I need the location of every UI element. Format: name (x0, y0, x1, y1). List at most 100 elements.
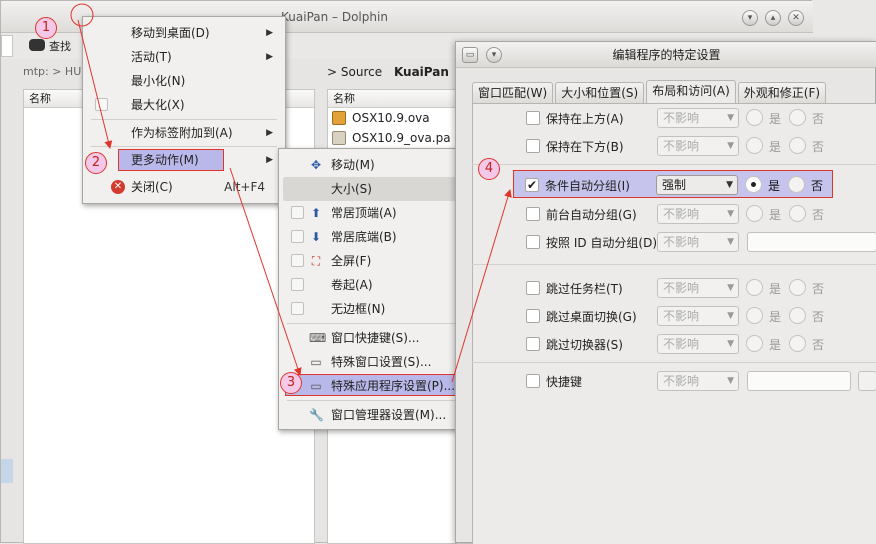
dropdown-value: 不影响 (663, 337, 700, 351)
radio-yes[interactable] (746, 307, 763, 324)
group-id-input[interactable] (747, 232, 876, 252)
submenu-item-fullscreen[interactable]: ⛶ 全屏(F) (283, 249, 465, 273)
radio-no[interactable] (789, 205, 806, 222)
submenu-arrow-icon: ▶ (266, 128, 273, 138)
submenu-item-no-border[interactable]: 无边框(N) (283, 297, 465, 321)
radio-no[interactable] (789, 109, 806, 126)
annotation-step-1: 1 (35, 17, 57, 39)
submenu-item-move[interactable]: ✥ 移动(M) (283, 153, 465, 177)
menu-item-maximize[interactable]: 最大化(X) (83, 94, 285, 116)
checkbox[interactable] (526, 281, 540, 295)
checkbox[interactable] (526, 235, 540, 249)
radio-yes[interactable] (746, 109, 763, 126)
radio-no-label: 否 (812, 282, 825, 296)
package-icon (332, 111, 346, 125)
radio-no[interactable] (789, 307, 806, 324)
dropdown-value: 不影响 (663, 139, 700, 153)
right-name-column-header[interactable]: 名称 (328, 90, 456, 108)
close-icon: ✕ (111, 180, 125, 194)
maximize-icon[interactable]: ▴ (765, 10, 781, 26)
submenu-arrow-icon: ▶ (266, 28, 273, 38)
policy-dropdown[interactable]: 不影响 ▼ (657, 204, 739, 224)
dropdown-value: 不影响 (663, 235, 700, 249)
setting-row-conditional-autogroup: ✔ 条件自动分组(I) 强制 ▼ 是 否 (513, 170, 833, 198)
dialog-minimize-icon[interactable]: ▾ (486, 47, 502, 63)
setting-label: 前台自动分组(G) (546, 208, 637, 222)
dialog-titlebar[interactable]: 编辑程序的特定设置 (456, 42, 876, 68)
minimize-icon[interactable]: ▾ (742, 10, 758, 26)
policy-dropdown[interactable]: 不影响 ▼ (657, 232, 739, 252)
checkbox[interactable] (526, 374, 540, 388)
tab-window-match[interactable]: 窗口匹配(W) (472, 82, 554, 104)
submenu-item-label: 无边框(N) (331, 302, 386, 316)
radio-no[interactable] (789, 137, 806, 154)
policy-dropdown[interactable]: 强制 ▼ (656, 175, 738, 195)
toolbar-edge-button[interactable] (1, 35, 13, 57)
wrench-icon: 🔧 (309, 408, 324, 422)
policy-dropdown[interactable]: 不影响 ▼ (657, 334, 739, 354)
submenu-item-label: 卷起(A) (331, 278, 373, 292)
menu-item-minimize[interactable]: 最小化(N) (83, 70, 285, 92)
radio-yes[interactable] (746, 205, 763, 222)
submenu-item-resize[interactable]: 大小(S) (283, 177, 465, 201)
chevron-down-icon: ▼ (727, 339, 734, 349)
submenu-item-keep-below[interactable]: ⬇ 常居底端(B) (283, 225, 465, 249)
submenu-item-keep-above[interactable]: ⬆ 常居顶端(A) (283, 201, 465, 225)
policy-dropdown[interactable]: 不影响 ▼ (657, 371, 739, 391)
chevron-down-icon: ▼ (727, 376, 734, 386)
radio-yes-selected[interactable] (745, 176, 762, 193)
submenu-item-window-settings[interactable]: ▭ 特殊窗口设置(S)... (283, 350, 465, 374)
checkbox[interactable] (526, 337, 540, 351)
chevron-down-icon: ▼ (727, 311, 734, 321)
checkbox-checked[interactable]: ✔ (525, 178, 539, 192)
dialog-tabbar: 窗口匹配(W) 大小和位置(S) 布局和访问(A) 外观和修正(F) (472, 80, 827, 104)
tab-size-position[interactable]: 大小和位置(S) (555, 82, 645, 104)
dialog-menu-icon[interactable]: ▭ (462, 47, 478, 63)
fullscreen-icon: ⛶ (311, 254, 321, 268)
setting-row-foreground-autogroup: 前台自动分组(G) 不影响 ▼ 是 否 (456, 200, 876, 228)
radio-yes-label: 是 (769, 310, 782, 324)
submenu-item-shade[interactable]: 卷起(A) (283, 273, 465, 297)
radio-yes[interactable] (746, 279, 763, 296)
checkbox-icon (291, 254, 304, 267)
radio-yes-label: 是 (769, 338, 782, 352)
submenu-item-label: 常居底端(B) (331, 230, 397, 244)
policy-dropdown[interactable]: 不影响 ▼ (657, 108, 739, 128)
policy-dropdown[interactable]: 不影响 ▼ (657, 136, 739, 156)
file-item[interactable]: OSX10.9.ova (328, 108, 456, 128)
menu-item-move-to-desktop[interactable]: 移动到桌面(D) ▶ (83, 22, 285, 44)
submenu-item-app-settings[interactable]: ▭ 特殊应用程序设置(P)... (283, 374, 465, 398)
radio-yes-label: 是 (769, 208, 782, 222)
left-location-bar[interactable]: mtp: > HU (23, 65, 81, 78)
menu-item-attach-as-tab[interactable]: 作为标签附加到(A) ▶ (83, 122, 285, 144)
radio-yes[interactable] (746, 137, 763, 154)
close-window-icon[interactable]: ✕ (788, 10, 804, 26)
shortcut-edit-button[interactable] (858, 371, 876, 391)
checkbox[interactable] (526, 111, 540, 125)
radio-no[interactable] (789, 335, 806, 352)
checkbox[interactable] (526, 139, 540, 153)
menu-item-more-actions[interactable]: 更多动作(M) ▶ (83, 149, 285, 171)
shortcut-input[interactable] (747, 371, 851, 391)
checkbox[interactable] (526, 207, 540, 221)
policy-dropdown[interactable]: 不影响 ▼ (657, 306, 739, 326)
breadcrumb-current[interactable]: KuaiPan (394, 65, 449, 79)
file-item[interactable]: OSX10.9_ova.pa (328, 128, 456, 148)
menu-item-close[interactable]: ✕ 关闭(C) Alt+F4 (83, 176, 285, 198)
setting-row-shortcut: 快捷键 不影响 ▼ (456, 367, 876, 395)
policy-dropdown[interactable]: 不影响 ▼ (657, 278, 739, 298)
radio-no-label: 否 (812, 338, 825, 352)
radio-no[interactable] (789, 279, 806, 296)
radio-yes-label: 是 (768, 179, 781, 193)
menu-item-activity[interactable]: 活动(T) ▶ (83, 46, 285, 68)
checkbox[interactable] (526, 309, 540, 323)
submenu-item-window-shortcut[interactable]: ⌨ 窗口快捷键(S)... (283, 326, 465, 350)
radio-yes[interactable] (746, 335, 763, 352)
tab-layout-access[interactable]: 布局和访问(A) (646, 80, 736, 104)
menu-item-label: 作为标签附加到(A) (131, 126, 233, 140)
tab-appearance[interactable]: 外观和修正(F) (737, 82, 827, 104)
find-button[interactable]: 查找 (29, 38, 71, 54)
breadcrumb-source[interactable]: Source (341, 65, 382, 79)
submenu-item-wm-settings[interactable]: 🔧 窗口管理器设置(M)... (283, 403, 465, 427)
radio-no[interactable] (788, 176, 805, 193)
